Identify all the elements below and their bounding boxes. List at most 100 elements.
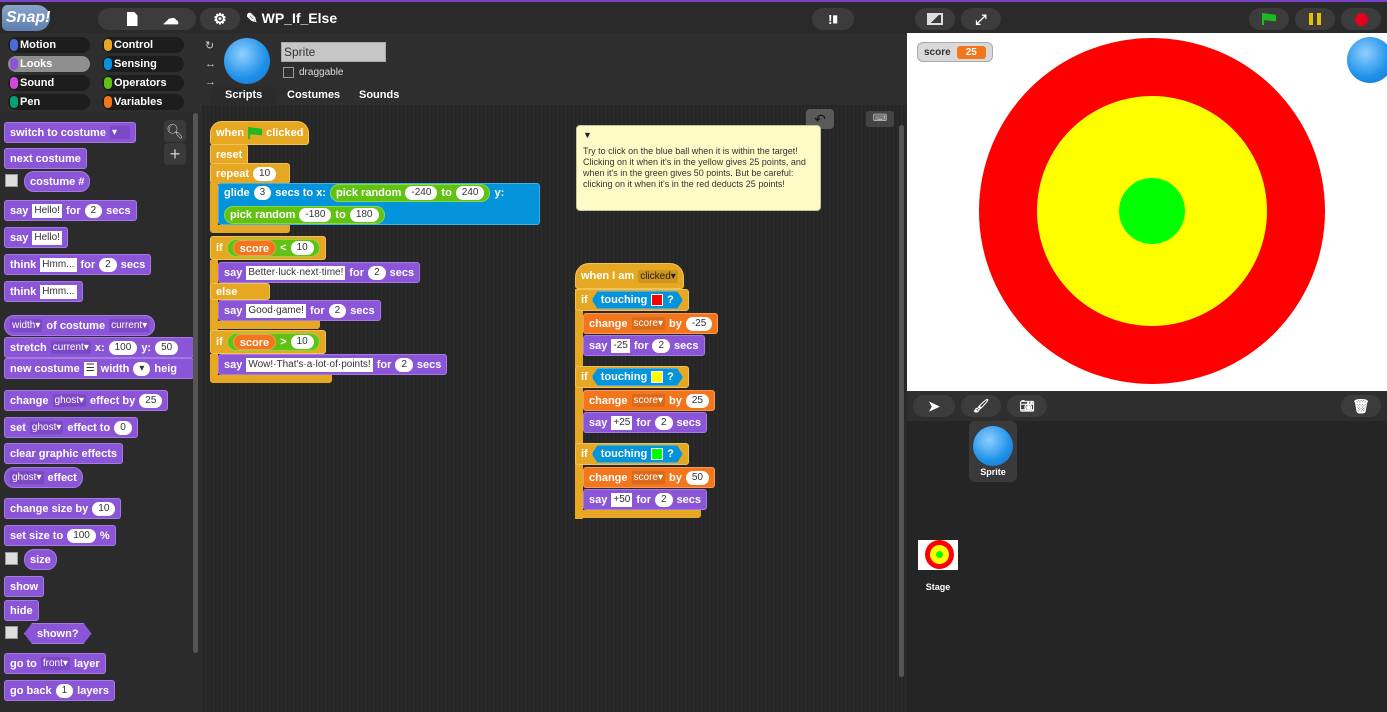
tab-costumes[interactable]: Costumes bbox=[273, 87, 354, 105]
block-say-good-game[interactable]: say Good·game! for 2 secs bbox=[218, 300, 381, 321]
sprite-header: ↻ ↔ → Sprite draggable Scripts Costumes So… bbox=[201, 33, 907, 105]
category-variables[interactable]: Variables bbox=[102, 94, 184, 110]
blue-ball-sprite[interactable] bbox=[1347, 37, 1387, 83]
cloud-button[interactable]: ☁ bbox=[146, 8, 196, 30]
add-turtle-sprite-button[interactable]: ➤ bbox=[913, 395, 955, 417]
block-attribute-of-costume[interactable]: width▾ of costume current▾ bbox=[4, 315, 156, 336]
block-repeat[interactable]: repeat 10 bbox=[210, 163, 290, 184]
rotation-style-buttons[interactable]: ↻ ↔ → bbox=[205, 37, 216, 91]
block-change-size[interactable]: change size by 10 bbox=[4, 498, 122, 519]
block-if-touching-yellow[interactable]: if touching? bbox=[575, 366, 689, 388]
stage[interactable]: score 25 bbox=[907, 33, 1387, 391]
block-costume-number[interactable]: costume # bbox=[24, 171, 91, 192]
block-think-for-secs[interactable]: think Hmm... for 2 secs bbox=[4, 254, 152, 275]
block-size-reporter[interactable]: size bbox=[24, 549, 57, 570]
snap-logo[interactable]: Snap! bbox=[2, 5, 50, 31]
block-say-wow[interactable]: say Wow!·That's·a·lot·of·points! for 2 secs bbox=[218, 354, 448, 375]
category-operators[interactable]: Operators bbox=[102, 75, 184, 91]
block-hide[interactable]: hide bbox=[4, 600, 39, 621]
script2-bottom bbox=[575, 510, 701, 518]
block-set-effect[interactable]: set ghost▾ effect to 0 bbox=[4, 417, 138, 438]
collapse-triangle-icon[interactable]: ▼ bbox=[583, 130, 592, 141]
block-go-back-layers[interactable]: go back 1 layers bbox=[4, 680, 115, 701]
block-say[interactable]: say Hello! bbox=[4, 227, 68, 248]
block-set-size[interactable]: set size to 100% bbox=[4, 525, 116, 546]
settings-button[interactable]: ⚙ bbox=[200, 8, 240, 30]
category-selector: Motion Control Looks Sensing Sound Opera… bbox=[0, 33, 201, 112]
block-go-to-layer[interactable]: go to front▾ layer bbox=[4, 653, 106, 674]
block-change-score-plus25[interactable]: change score▾ by 25 bbox=[583, 390, 715, 411]
block-stretch[interactable]: stretch current▾ x: 100 y: 50 bbox=[4, 337, 194, 358]
sprite-name-field[interactable]: Sprite bbox=[281, 42, 386, 62]
block-say-minus25[interactable]: say -25 for 2 secs bbox=[583, 335, 705, 356]
category-pen[interactable]: Pen bbox=[8, 94, 90, 110]
paint-new-sprite-button[interactable]: 🖌︎ bbox=[961, 395, 1001, 417]
block-glide[interactable]: glide 3 secs to x: pick random -240 to 240 y:… bbox=[218, 183, 540, 225]
block-change-score-minus25[interactable]: change score▾ by -25 bbox=[583, 313, 719, 334]
stage-icon[interactable] bbox=[918, 540, 958, 570]
block-say-better-luck[interactable]: say Better·luck·next·time! for 2 secs bbox=[218, 262, 421, 283]
script-scrollbar[interactable] bbox=[899, 125, 904, 677]
category-motion[interactable]: Motion bbox=[8, 37, 90, 53]
block-effect-reporter[interactable]: ghost▾ effect bbox=[4, 467, 83, 488]
hat-when-i-am-clicked[interactable]: when I am clicked▾ bbox=[575, 263, 684, 289]
block-change-score-plus50[interactable]: change score▾ by 50 bbox=[583, 467, 715, 488]
block-if-else[interactable]: if score <10 bbox=[210, 236, 326, 260]
block-if-touching-green[interactable]: if touching? bbox=[575, 443, 689, 465]
comment-note[interactable]: ▼ Try to click on the blue ball when it … bbox=[576, 125, 821, 211]
block-next-costume[interactable]: next costume bbox=[4, 148, 87, 169]
file-icon bbox=[126, 12, 138, 26]
make-block-icon[interactable]: + bbox=[164, 143, 186, 165]
category-sound[interactable]: Sound bbox=[8, 75, 90, 91]
stop-button[interactable] bbox=[1341, 8, 1381, 30]
block-if-wow[interactable]: if score >10 bbox=[210, 330, 326, 354]
else-label: else bbox=[210, 283, 270, 300]
unused-blocks-button[interactable]: ! ▮ bbox=[812, 8, 854, 30]
stage-size-button[interactable] bbox=[915, 8, 955, 30]
presentation-mode-button[interactable]: ⤢ bbox=[961, 8, 1001, 30]
draggable-checkbox[interactable] bbox=[283, 67, 294, 78]
block-say-plus50[interactable]: say +50 for 2 secs bbox=[583, 489, 708, 510]
watcher-checkbox-size[interactable] bbox=[5, 552, 18, 565]
camera-icon: 📷︎ bbox=[1019, 399, 1035, 413]
pause-icon bbox=[1309, 13, 1321, 25]
block-if-touching-red[interactable]: if touching? bbox=[575, 289, 689, 311]
tab-sounds[interactable]: Sounds bbox=[345, 87, 413, 105]
block-clear-graphic-effects[interactable]: clear graphic effects bbox=[4, 443, 123, 464]
category-control[interactable]: Control bbox=[102, 37, 184, 53]
block-show[interactable]: show bbox=[4, 576, 45, 597]
block-think[interactable]: think Hmm... bbox=[4, 281, 83, 302]
block-new-costume[interactable]: new costume ☰ width ▾ heig bbox=[4, 358, 194, 379]
draggable-label: draggable bbox=[299, 67, 344, 78]
category-sensing[interactable]: Sensing bbox=[102, 56, 184, 72]
block-say-plus25[interactable]: say +25 for 2 secs bbox=[583, 412, 708, 433]
palette-scrollbar[interactable] bbox=[193, 113, 198, 653]
keyboard-icon[interactable]: ⌨ bbox=[866, 111, 894, 127]
trash-button[interactable]: 🗑︎ bbox=[1341, 395, 1381, 417]
paintbrush-icon: 🖌︎ bbox=[972, 398, 990, 413]
block-switch-to-costume[interactable]: switch to costume ▾ bbox=[4, 122, 136, 143]
block-reset[interactable]: reset bbox=[210, 144, 249, 165]
block-change-effect[interactable]: change ghost▾ effect by 25 bbox=[4, 390, 169, 411]
watcher-checkbox-shown[interactable] bbox=[5, 626, 18, 639]
pause-button[interactable] bbox=[1295, 8, 1335, 30]
normal-stage-icon bbox=[927, 13, 943, 25]
green-flag-button[interactable] bbox=[1249, 8, 1289, 30]
hat-when-flag-clicked[interactable]: when clicked bbox=[210, 121, 310, 145]
green-flag-icon bbox=[248, 127, 263, 139]
camera-sprite-button[interactable]: 📷︎ bbox=[1007, 395, 1047, 417]
sprite-icon-selected[interactable]: Sprite bbox=[969, 421, 1017, 482]
category-looks[interactable]: Looks bbox=[8, 56, 90, 72]
expand-icon: ⤢ bbox=[975, 10, 987, 27]
sprite-icon-label: Sprite bbox=[980, 467, 1006, 477]
score-watcher[interactable]: score 25 bbox=[917, 42, 993, 62]
pencil-icon: ✎ bbox=[246, 10, 258, 26]
block-say-for-secs[interactable]: say Hello! for 2 secs bbox=[4, 200, 137, 221]
green-flag-icon bbox=[1262, 13, 1276, 25]
script-area[interactable]: ↶ ⌨ when clicked reset repeat 10 glide 3 se… bbox=[201, 105, 907, 712]
repeat-c-arm bbox=[210, 183, 218, 225]
block-shown-predicate[interactable]: shown? bbox=[24, 623, 92, 644]
watcher-checkbox-costume[interactable] bbox=[5, 174, 18, 187]
search-icon[interactable]: 🔍︎ bbox=[164, 120, 186, 142]
tab-scripts[interactable]: Scripts bbox=[211, 87, 277, 105]
